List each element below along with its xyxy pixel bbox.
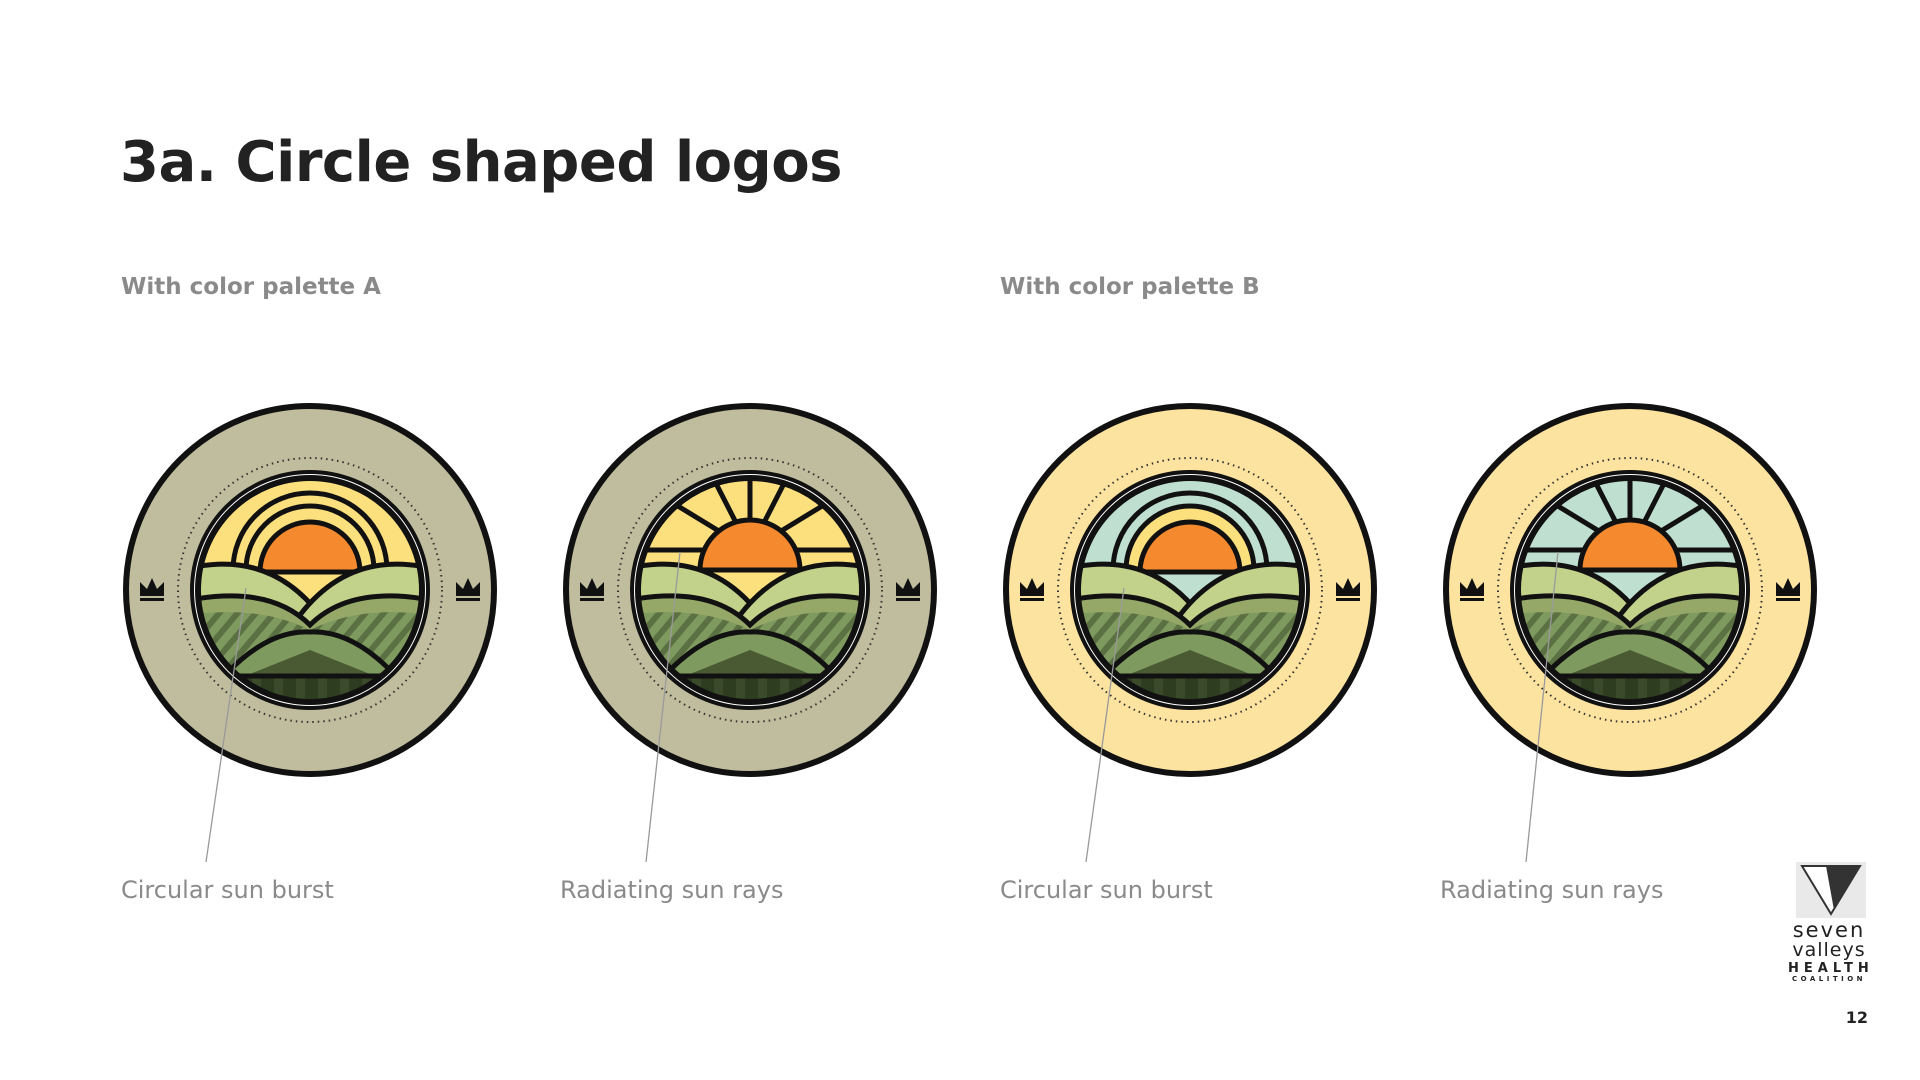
valley-triangle-icon bbox=[1796, 862, 1866, 918]
logo-palette-a-sun-burst bbox=[120, 400, 500, 780]
section-label-palette-b: With color palette B bbox=[1000, 274, 1260, 300]
brand-text-seven: seven bbox=[1792, 918, 1866, 942]
logo-badge-art bbox=[1443, 403, 1817, 777]
logo-palette-b-sun-burst bbox=[1000, 400, 1380, 780]
caption-logo-1: Circular sun burst bbox=[121, 876, 334, 904]
logo-palette-a-sun-rays bbox=[560, 400, 940, 780]
brand-logo: seven valleys HEALTH COALITION bbox=[1788, 862, 1870, 986]
brand-text-health: HEALTH bbox=[1788, 961, 1874, 976]
brand-text-valleys: valleys bbox=[1792, 939, 1866, 961]
brand-text-coalition: COALITION bbox=[1791, 975, 1867, 983]
caption-logo-4: Radiating sun rays bbox=[1440, 876, 1664, 904]
logo-badge-art bbox=[1003, 403, 1377, 777]
page-title: 3a. Circle shaped logos bbox=[120, 130, 843, 195]
logo-palette-b-sun-rays bbox=[1440, 400, 1820, 780]
caption-logo-3: Circular sun burst bbox=[1000, 876, 1213, 904]
page-number: 12 bbox=[1845, 1008, 1868, 1027]
caption-logo-2: Radiating sun rays bbox=[560, 876, 784, 904]
section-label-palette-a: With color palette A bbox=[121, 274, 381, 300]
logo-badge-art bbox=[563, 403, 937, 777]
logo-badge-art bbox=[123, 403, 497, 777]
